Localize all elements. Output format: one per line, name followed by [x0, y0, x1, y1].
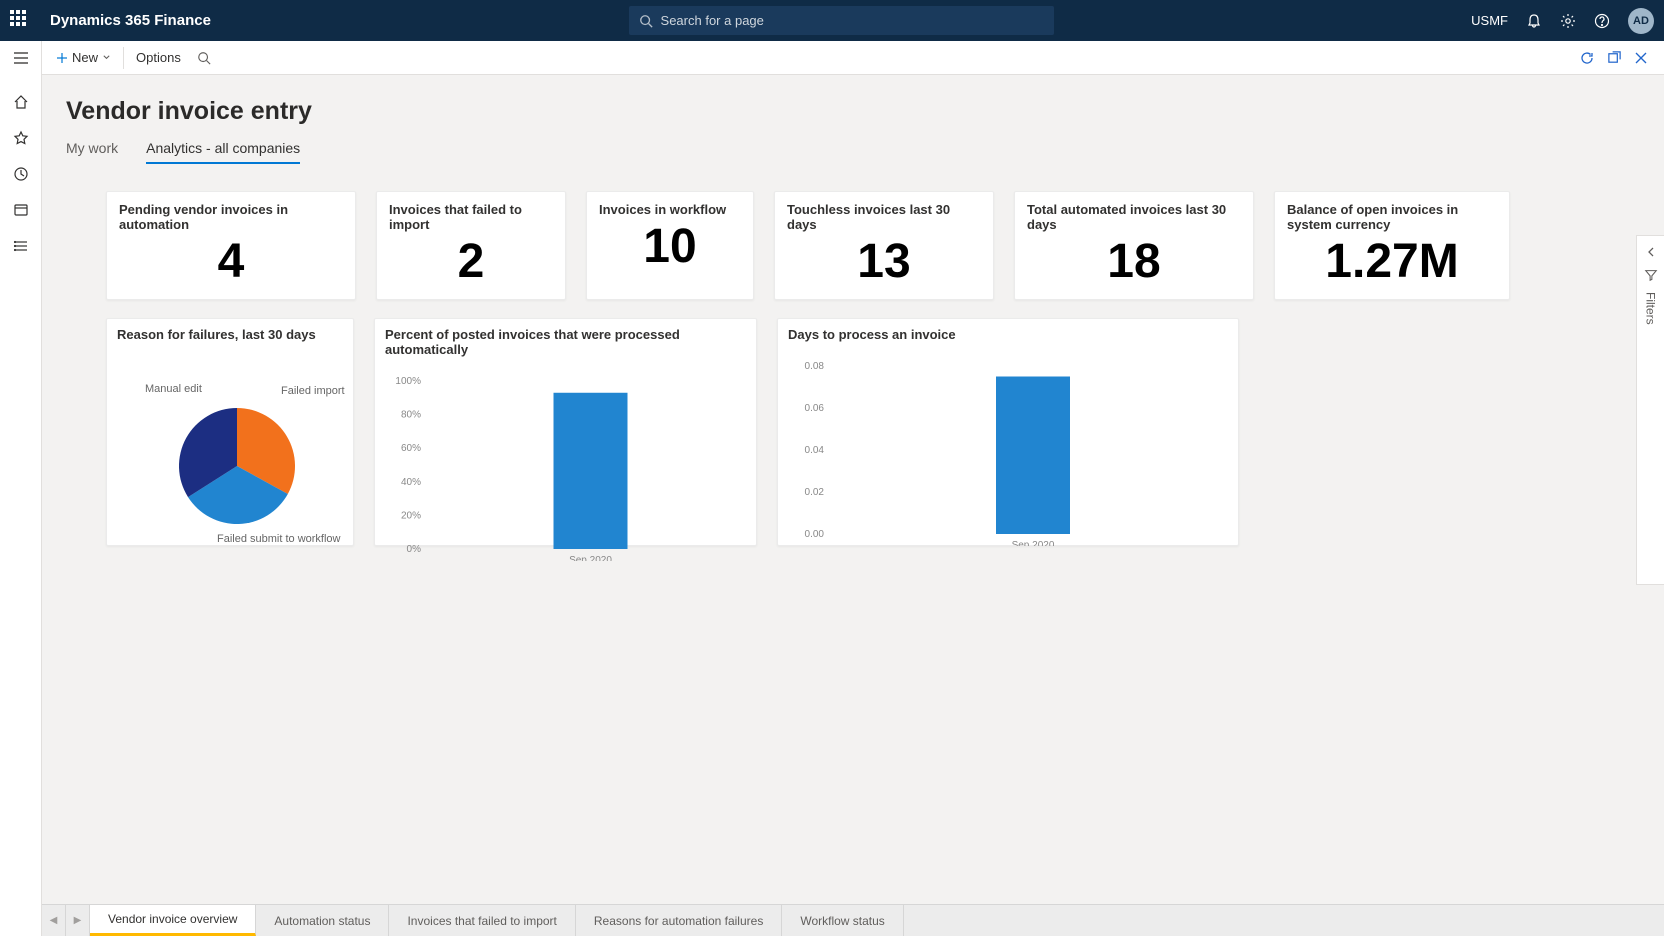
- metric-value: 4: [119, 234, 343, 289]
- chart-body: Manual edit Failed import Failed submit to…: [117, 348, 343, 542]
- options-label: Options: [136, 50, 181, 65]
- left-rail: [0, 41, 42, 936]
- gear-icon[interactable]: [1560, 13, 1576, 29]
- metric-card-0[interactable]: Pending vendor invoices in automation4: [106, 191, 356, 300]
- home-icon[interactable]: [10, 91, 32, 113]
- star-icon[interactable]: [10, 127, 32, 149]
- avatar[interactable]: AD: [1628, 8, 1654, 34]
- bottom-tab-0[interactable]: Vendor invoice overview: [90, 905, 256, 936]
- svg-text:Manual edit: Manual edit: [145, 383, 202, 395]
- metric-title: Touchless invoices last 30 days: [787, 202, 981, 232]
- filters-panel-toggle[interactable]: Filters: [1636, 235, 1664, 585]
- metric-value: 13: [787, 234, 981, 289]
- tab-analytics[interactable]: Analytics - all companies: [146, 140, 300, 164]
- page-title: Vendor invoice entry: [66, 97, 1640, 126]
- new-button[interactable]: New: [46, 41, 121, 74]
- filter-icon: [1644, 268, 1658, 282]
- svg-text:Failed submit to workflow: Failed submit to workflow: [217, 533, 341, 542]
- tab-my-work[interactable]: My work: [66, 140, 118, 164]
- search-icon: [639, 14, 653, 28]
- metric-card-2[interactable]: Invoices in workflow 10: [586, 191, 754, 300]
- metric-value: 10: [599, 219, 741, 274]
- svg-text:0.00: 0.00: [805, 529, 825, 540]
- modules-icon[interactable]: [10, 235, 32, 257]
- new-label: New: [72, 50, 98, 65]
- bottom-tab-4[interactable]: Workflow status: [782, 905, 903, 936]
- chevron-left-icon: [1645, 246, 1657, 258]
- divider: [123, 47, 124, 69]
- metric-title: Balance of open invoices in system curre…: [1287, 202, 1497, 232]
- svg-text:Sep 2020: Sep 2020: [1012, 540, 1055, 546]
- chevron-down-icon: [102, 53, 111, 62]
- svg-text:0.02: 0.02: [805, 487, 825, 498]
- metrics-row: Pending vendor invoices in automation4In…: [106, 191, 1640, 300]
- report-tabs: ◀ ▶ Vendor invoice overview Automation s…: [42, 904, 1664, 936]
- hamburger-icon[interactable]: [10, 47, 32, 69]
- metric-value: 18: [1027, 234, 1241, 289]
- svg-text:Sep 2020: Sep 2020: [569, 555, 612, 561]
- app-launcher-icon[interactable]: [10, 10, 32, 32]
- svg-text:0%: 0%: [407, 544, 422, 555]
- metric-value: 2: [389, 234, 553, 289]
- search-icon: [197, 51, 211, 65]
- command-bar: New Options: [0, 41, 1664, 75]
- chart-title: Reason for failures, last 30 days: [117, 327, 343, 342]
- popout-icon[interactable]: [1607, 50, 1622, 65]
- metric-card-4[interactable]: Total automated invoices last 30 days18: [1014, 191, 1254, 300]
- metric-title: Total automated invoices last 30 days: [1027, 202, 1241, 232]
- chart-title: Percent of posted invoices that were pro…: [385, 327, 746, 357]
- svg-text:60%: 60%: [401, 443, 421, 454]
- svg-text:Failed import: Failed import: [281, 385, 345, 397]
- chart-body: 0% 20% 40% 60% 80% 100% Sep 2020: [385, 363, 746, 561]
- chart-body: 0.00 0.02 0.04 0.06 0.08 Sep 2020: [788, 348, 1228, 546]
- bottom-tab-1[interactable]: Automation status: [256, 905, 389, 936]
- main-content: Vendor invoice entry My work Analytics -…: [42, 75, 1664, 936]
- refresh-icon[interactable]: [1579, 50, 1595, 66]
- close-icon[interactable]: [1634, 51, 1648, 65]
- metric-title: Invoices in workflow: [599, 202, 741, 217]
- bell-icon[interactable]: [1526, 13, 1542, 29]
- search-input[interactable]: [661, 13, 1044, 28]
- charts-row: Reason for failures, last 30 days Manual …: [106, 318, 1640, 546]
- workspace-icon[interactable]: [10, 199, 32, 221]
- metric-title: Pending vendor invoices in automation: [119, 202, 343, 232]
- tabs-scroll-left[interactable]: ◀: [42, 905, 66, 936]
- metric-title: Invoices that failed to import: [389, 202, 553, 232]
- chart-title: Days to process an invoice: [788, 327, 1228, 342]
- page-tabs: My work Analytics - all companies: [66, 140, 1640, 165]
- metric-card-3[interactable]: Touchless invoices last 30 days13: [774, 191, 994, 300]
- tabs-scroll-right[interactable]: ▶: [66, 905, 90, 936]
- filters-label: Filters: [1644, 292, 1658, 325]
- recent-icon[interactable]: [10, 163, 32, 185]
- svg-text:100%: 100%: [395, 376, 421, 387]
- svg-text:0.06: 0.06: [805, 403, 825, 414]
- bottom-tab-3[interactable]: Reasons for automation failures: [576, 905, 782, 936]
- options-button[interactable]: Options: [126, 41, 191, 74]
- global-search[interactable]: [629, 6, 1054, 35]
- global-header: Dynamics 365 Finance USMF AD: [0, 0, 1664, 41]
- svg-text:20%: 20%: [401, 510, 421, 521]
- metric-card-1[interactable]: Invoices that failed to import2: [376, 191, 566, 300]
- chart-card-0[interactable]: Reason for failures, last 30 days Manual …: [106, 318, 354, 546]
- svg-text:40%: 40%: [401, 477, 421, 488]
- chart-card-1[interactable]: Percent of posted invoices that were pro…: [374, 318, 757, 546]
- company-label[interactable]: USMF: [1471, 13, 1508, 28]
- help-icon[interactable]: [1594, 13, 1610, 29]
- svg-text:0.08: 0.08: [805, 361, 825, 372]
- svg-text:80%: 80%: [401, 410, 421, 421]
- metric-value: 1.27M: [1287, 234, 1497, 289]
- svg-text:0.04: 0.04: [805, 445, 825, 456]
- search-command[interactable]: [191, 41, 217, 74]
- metric-card-5[interactable]: Balance of open invoices in system curre…: [1274, 191, 1510, 300]
- chart-card-2[interactable]: Days to process an invoice0.000.020.040.…: [777, 318, 1239, 546]
- bottom-tab-2[interactable]: Invoices that failed to import: [389, 905, 575, 936]
- app-title: Dynamics 365 Finance: [50, 12, 211, 29]
